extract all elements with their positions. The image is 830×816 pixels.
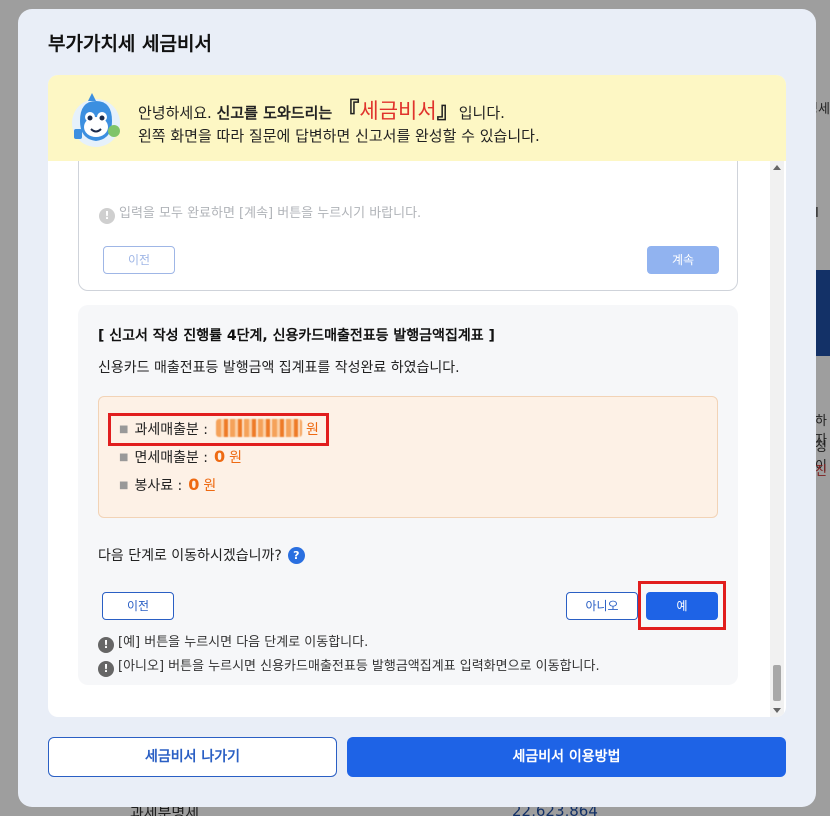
scroll-down-arrow-icon[interactable]: [773, 708, 781, 713]
bracket-close: 』: [436, 99, 459, 124]
notice-icon: !: [98, 637, 114, 653]
bullet-icon: ■: [119, 480, 129, 491]
amount-row-exempt: ■ 면세매출분 : 0원: [119, 447, 242, 467]
previous-step-card: ! 입력을 모두 완료하면 [계속] 버튼을 누르시기 바랍니다. 이전 계속: [78, 161, 738, 291]
highlight-box-taxable: [108, 413, 329, 446]
amount-label: 면세매출분 :: [134, 450, 209, 466]
help-icon[interactable]: ?: [287, 547, 305, 564]
exit-assistant-button[interactable]: 세금비서 나가기: [48, 737, 337, 777]
info-icon: !: [99, 208, 115, 224]
note-text: [예] 버튼을 누르시면 다음 단계로 이동합니다.: [118, 635, 369, 650]
greeting-banner: 안녕하세요. 신고를 도와드리는 『세금비서』입니다. 왼쪽 화면을 따라 질문…: [48, 75, 786, 161]
usage-guide-button[interactable]: 세금비서 이용방법: [347, 737, 786, 777]
scroll-up-arrow-icon[interactable]: [773, 165, 781, 170]
previous-step-continue-button[interactable]: 계속: [647, 246, 719, 274]
previous-notice-text: 입력을 모두 완료하면 [계속] 버튼을 누르시기 바랍니다.: [119, 206, 422, 221]
tax-assistant-modal: 부가가치세 세금비서 안녕하세요. 신고를 도와드리는 『세금비서』입니다. 왼…: [18, 9, 816, 807]
prev-button[interactable]: 이전: [102, 592, 174, 620]
note-text: [아니오] 버튼을 누르시면 신용카드매출전표등 발행금액집계표 입력화면으로 …: [118, 659, 600, 674]
mascot-icon: [72, 93, 120, 147]
amount-summary-box: ■ 과세매출분 :원 ■ 면세매출분 :0원 ■ 봉사료 :0원: [98, 396, 718, 518]
brand-name: 세금비서: [359, 99, 437, 123]
previous-notice: ! 입력을 모두 완료하면 [계속] 버튼을 누르시기 바랍니다.: [99, 202, 421, 224]
amount-unit: 원: [229, 450, 243, 466]
bracket-open: 『: [337, 99, 360, 124]
greeting-end-text: 입니다.: [458, 104, 505, 122]
greeting-text: 안녕하세요.: [138, 104, 217, 122]
modal-title: 부가가치세 세금비서: [48, 33, 212, 55]
amount-label: 봉사료 :: [134, 478, 183, 494]
scroll-area[interactable]: ! 입력을 모두 완료하면 [계속] 버튼을 누르시기 바랍니다. 이전 계속 […: [48, 161, 786, 717]
next-step-question: 다음 단계로 이동하시겠습니까??: [98, 545, 305, 565]
bullet-icon: ■: [119, 452, 129, 463]
highlight-box-yes: [638, 581, 726, 630]
current-step-card: [ 신고서 작성 진행률 4단계, 신용카드매출전표등 발행금액집계표 ] 신용…: [78, 305, 738, 685]
step-description: 신용카드 매출전표등 발행금액 집계표를 작성완료 하였습니다.: [98, 360, 460, 376]
note-no: ! [아니오] 버튼을 누르시면 신용카드매출전표등 발행금액집계표 입력화면으로…: [98, 655, 600, 677]
notice-icon: !: [98, 661, 114, 677]
scrollbar[interactable]: [770, 161, 784, 717]
previous-step-prev-button[interactable]: 이전: [103, 246, 175, 274]
note-yes: ! [예] 버튼을 누르시면 다음 단계로 이동합니다.: [98, 631, 368, 653]
no-button[interactable]: 아니오: [566, 592, 638, 620]
amount-value: 0: [188, 475, 200, 494]
step-title: [ 신고서 작성 진행률 4단계, 신용카드매출전표등 발행금액집계표 ]: [98, 328, 495, 344]
banner-instruction: 왼쪽 화면을 따라 질문에 답변하면 신고서를 완성할 수 있습니다.: [138, 127, 540, 145]
banner-greeting: 안녕하세요. 신고를 도와드리는 『세금비서』입니다.: [138, 93, 505, 125]
greeting-bold-text: 신고를 도와드리는: [216, 104, 338, 122]
content-box: 안녕하세요. 신고를 도와드리는 『세금비서』입니다. 왼쪽 화면을 따라 질문…: [48, 75, 786, 717]
amount-unit: 원: [203, 478, 217, 494]
amount-value: 0: [214, 447, 226, 466]
amount-row-service: ■ 봉사료 : 0원: [119, 475, 216, 495]
question-text: 다음 단계로 이동하시겠습니까?: [98, 548, 282, 564]
scroll-thumb[interactable]: [773, 665, 781, 701]
